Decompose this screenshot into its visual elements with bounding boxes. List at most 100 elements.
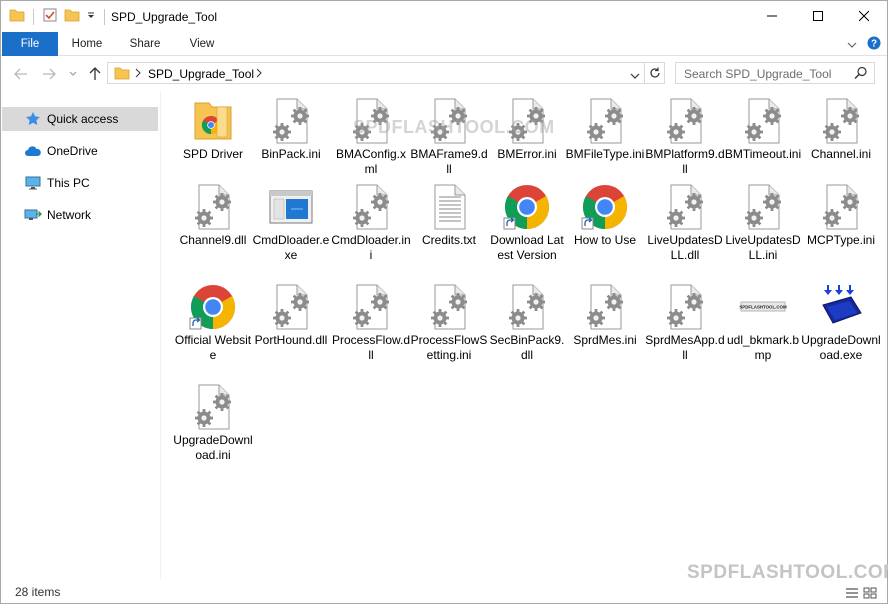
settings-file-icon — [817, 97, 865, 145]
file-label: udl_bkmark.bmp — [726, 333, 800, 362]
sidebar-item-this-pc[interactable]: This PC — [2, 171, 158, 195]
text-file-icon — [425, 183, 473, 231]
file-item[interactable]: UpgradeDownload.exe — [801, 283, 881, 363]
file-item[interactable]: MCPType.ini — [801, 183, 881, 248]
chrome-shortcut-icon — [503, 183, 551, 231]
tab-share[interactable]: Share — [117, 32, 173, 56]
tab-file[interactable]: File — [2, 32, 58, 56]
forward-button[interactable] — [41, 66, 57, 82]
address-path[interactable]: SPD_Upgrade_Tool — [148, 67, 254, 81]
settings-file-icon — [661, 283, 709, 331]
file-item[interactable]: Channel.ini — [801, 97, 881, 162]
file-label: Channel9.dll — [179, 233, 247, 247]
sidebar-item-onedrive[interactable]: OneDrive — [2, 139, 158, 163]
file-label: LiveUpdatesDLL.dll — [647, 233, 723, 262]
folder-icon — [9, 8, 25, 25]
chevron-right-icon[interactable] — [135, 67, 141, 81]
maximize-icon — [813, 11, 823, 21]
file-label: SprdMes.ini — [573, 333, 637, 347]
recent-locations-button[interactable] — [65, 66, 81, 82]
sidebar-item-label: This PC — [47, 176, 90, 190]
star-icon — [24, 111, 42, 127]
file-item[interactable]: SPDFLASHTOOL.COM udl_bkmark.bmp — [723, 283, 803, 363]
file-label: BMPlatform9.dll — [645, 147, 725, 176]
settings-file-icon — [581, 97, 629, 145]
chevron-right-icon[interactable] — [256, 67, 262, 81]
file-item[interactable]: CmdDloader.exe — [251, 183, 331, 263]
settings-file-icon — [661, 97, 709, 145]
file-item[interactable]: CmdDloader.ini — [331, 183, 411, 263]
watermark: SPDFLASHTOOL.COM — [353, 117, 555, 137]
quick-access-toolbar — [9, 7, 107, 26]
svg-text:?: ? — [871, 39, 877, 50]
new-folder-icon[interactable] — [64, 8, 80, 25]
settings-file-icon — [581, 283, 629, 331]
large-icons-view-icon[interactable] — [863, 587, 877, 602]
address-bar[interactable]: SPD_Upgrade_Tool — [107, 62, 645, 84]
refresh-button[interactable] — [645, 62, 665, 84]
file-item[interactable]: BMTimeout.ini — [723, 97, 803, 162]
file-label: MCPType.ini — [806, 233, 876, 247]
details-view-icon[interactable] — [845, 587, 859, 602]
file-item[interactable]: Credits.txt — [409, 183, 489, 248]
file-list: SPD Driver BinPack.ini BMAConfig.xml BMAFra… — [171, 97, 881, 577]
search-box[interactable]: Search SPD_Upgrade_Tool — [675, 62, 875, 84]
tab-home[interactable]: Home — [59, 32, 115, 56]
settings-file-icon — [267, 97, 315, 145]
file-item[interactable]: How to Use — [565, 183, 645, 248]
file-item[interactable]: ProcessFlow.dll — [331, 283, 411, 363]
file-item[interactable]: Official Website — [173, 283, 253, 363]
chrome-shortcut-icon — [581, 183, 629, 231]
maximize-button[interactable] — [795, 1, 841, 31]
file-item[interactable]: BMFileType.ini — [565, 97, 645, 162]
file-label: LiveUpdatesDLL.ini — [725, 233, 801, 262]
help-icon[interactable]: ? — [867, 36, 881, 53]
chrome-shortcut-icon — [189, 283, 237, 331]
file-item[interactable]: BMPlatform9.dll — [645, 97, 725, 177]
file-item[interactable]: SprdMesApp.dll — [645, 283, 725, 363]
close-button[interactable] — [841, 1, 887, 31]
window-controls — [749, 1, 887, 31]
chevron-down-icon — [69, 71, 77, 76]
tab-view[interactable]: View — [175, 32, 229, 56]
sidebar-item-network[interactable]: Network — [2, 203, 158, 227]
settings-file-icon — [347, 183, 395, 231]
file-label: SprdMesApp.dll — [645, 333, 725, 362]
sidebar-item-quick-access[interactable]: Quick access — [2, 107, 158, 131]
sidebar-item-label: OneDrive — [47, 144, 98, 158]
file-item[interactable]: Download Latest Version — [487, 183, 567, 263]
status-item-count: 28 items — [15, 585, 61, 599]
file-item[interactable]: Channel9.dll — [173, 183, 253, 248]
address-history-chevron-icon[interactable] — [630, 69, 640, 83]
search-input[interactable]: Search SPD_Upgrade_Tool — [684, 67, 831, 81]
file-label: UpgradeDownload.ini — [173, 433, 253, 462]
up-button[interactable] — [87, 66, 103, 82]
properties-icon[interactable] — [42, 7, 58, 26]
file-label: PortHound.dll — [254, 333, 328, 347]
file-item[interactable]: SprdMes.ini — [565, 283, 645, 348]
file-item[interactable]: UpgradeDownload.ini — [173, 383, 253, 463]
file-item[interactable]: LiveUpdatesDLL.dll — [645, 183, 725, 263]
customize-dropdown-icon[interactable] — [86, 10, 96, 24]
file-item[interactable]: SPD Driver — [173, 97, 253, 162]
search-icon — [854, 66, 868, 83]
cloud-icon — [24, 145, 42, 157]
back-arrow-icon — [14, 68, 27, 80]
file-item[interactable]: BinPack.ini — [251, 97, 331, 162]
settings-file-icon — [425, 283, 473, 331]
minimize-button[interactable] — [749, 1, 795, 31]
navigation-bar: SPD_Upgrade_Tool Search SPD_Upgrade_Tool — [1, 57, 887, 91]
back-button[interactable] — [13, 66, 29, 82]
file-item[interactable]: PortHound.dll — [251, 283, 331, 348]
sidebar-item-label: Network — [47, 208, 92, 222]
upgrade-exe-icon — [817, 283, 865, 331]
file-label: UpgradeDownload.exe — [801, 333, 881, 362]
file-label: Credits.txt — [421, 233, 476, 247]
file-item[interactable]: LiveUpdatesDLL.ini — [723, 183, 803, 263]
minimize-icon — [767, 15, 777, 17]
file-label: Channel.ini — [810, 147, 872, 161]
file-item[interactable]: ProcessFlowSetting.ini — [409, 283, 489, 363]
network-icon — [24, 208, 42, 222]
expand-ribbon-icon[interactable] — [847, 38, 857, 52]
file-item[interactable]: SecBinPack9.dll — [487, 283, 567, 363]
